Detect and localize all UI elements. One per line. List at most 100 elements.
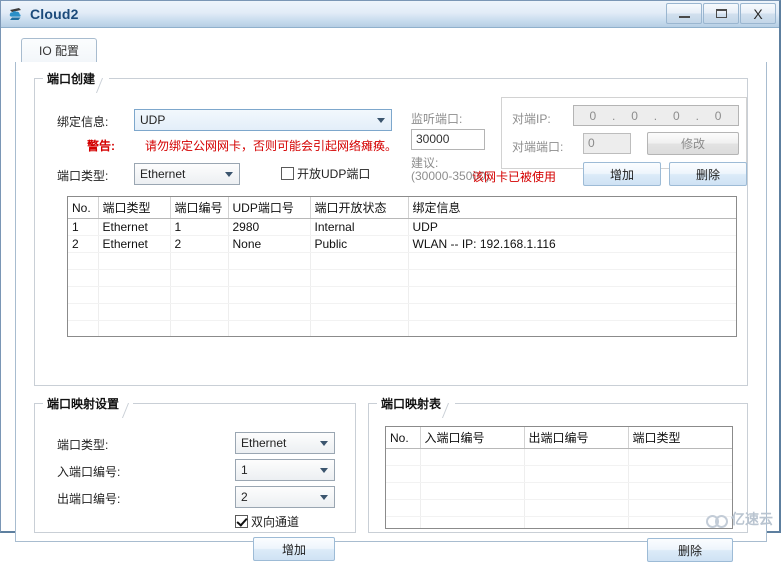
table-row-empty[interactable] (68, 320, 736, 336)
port-col-binding: 绑定信息 (408, 197, 736, 219)
checkbox-box (281, 167, 294, 180)
open-udp-port-checkbox[interactable]: 开放UDP端口 (281, 165, 370, 182)
tab-io-config[interactable]: IO 配置 (21, 38, 97, 63)
binding-info-select[interactable]: UDP (134, 109, 392, 131)
mapping-port-type-value: Ethernet (241, 436, 287, 450)
mapping-table-header-row: No. 入端口编号 出端口编号 端口类型 (386, 427, 732, 449)
cell-state: Internal (310, 218, 409, 236)
mapping-col-no: No. (386, 427, 421, 449)
table-row-empty[interactable] (68, 252, 736, 270)
table-row-empty[interactable] (386, 465, 732, 483)
open-udp-port-label: 开放UDP端口 (297, 167, 371, 181)
mapping-port-type-select[interactable]: Ethernet (235, 432, 335, 454)
group-port-create: 端口创建 绑定信息: UDP 警告: 请勿绑定公网网卡，否则可能会引起网络瘫痪。… (34, 70, 748, 386)
port-col-type: 端口类型 (98, 197, 171, 219)
window-title: Cloud2 (30, 6, 79, 22)
chevron-down-icon (320, 441, 328, 446)
mapping-out-port-value: 2 (241, 490, 248, 504)
table-row-empty[interactable] (68, 303, 736, 321)
minimize-button[interactable] (666, 3, 702, 24)
client-area: IO 配置 端口创建 绑定信息: UDP 警告: 请勿绑定公网网卡，否则可能会引… (1, 28, 779, 562)
port-table[interactable]: No. 端口类型 端口编号 UDP端口号 端口开放状态 绑定信息 1 Ether… (67, 196, 737, 337)
peer-ip-octet-2: 0 (631, 108, 639, 123)
port-col-number: 端口编号 (170, 197, 229, 219)
ip-dot: . (695, 108, 700, 123)
cell-number: 2 (170, 235, 229, 253)
peer-ip-octet-1: 0 (589, 108, 598, 123)
cell-no: 1 (68, 218, 99, 236)
port-col-udp: UDP端口号 (228, 197, 311, 219)
watermark: 亿速云 (706, 509, 773, 529)
cell-no: 2 (68, 235, 99, 253)
mapping-table-body (386, 448, 732, 528)
mapping-out-port-label: 出端口编号: (57, 492, 121, 506)
add-port-button[interactable]: 增加 (583, 162, 661, 186)
binding-info-label: 绑定信息: (57, 115, 109, 129)
mapping-port-type-label: 端口类型: (57, 438, 109, 452)
port-type-label: 端口类型: (57, 169, 109, 183)
peer-ip-input[interactable]: 0 . 0 . 0 . 0 (573, 105, 739, 126)
maximize-button[interactable] (703, 3, 739, 24)
peer-port-input[interactable]: 0 (583, 133, 631, 154)
group-mapping-settings-title: 端口映射设置 (43, 395, 134, 412)
checkbox-box (235, 515, 248, 528)
cell-number: 1 (170, 218, 229, 236)
table-row[interactable]: 1 Ethernet 1 2980 Internal UDP (68, 218, 736, 236)
table-row-empty[interactable] (386, 499, 732, 517)
group-mapping-table: 端口映射表 No. 入端口编号 出端口编号 端口类型 删除 (368, 395, 748, 562)
port-col-no: No. (68, 197, 99, 219)
mapping-delete-button[interactable]: 删除 (647, 538, 733, 562)
port-table-body: 1 Ethernet 1 2980 Internal UDP 2 Etherne… (68, 218, 736, 336)
listen-port-label: 监听端口: (411, 112, 463, 126)
mapping-col-type: 端口类型 (628, 427, 732, 449)
port-table-inner: No. 端口类型 端口编号 UDP端口号 端口开放状态 绑定信息 1 Ether… (68, 197, 736, 336)
table-row-empty[interactable] (68, 269, 736, 287)
warning-label: 警告: (87, 139, 115, 153)
cell-state: Public (310, 235, 409, 253)
ip-dot: . (653, 108, 659, 123)
chevron-down-icon (320, 468, 328, 473)
close-button[interactable]: X (740, 3, 776, 24)
title-bar: Cloud2 X (1, 1, 779, 28)
warning-text: 请勿绑定公网网卡，否则可能会引起网络瘫痪。 (145, 139, 398, 153)
table-row[interactable]: 2 Ethernet 2 None Public WLAN -- IP: 192… (68, 235, 736, 253)
minimize-icon (678, 16, 690, 18)
mapping-table[interactable]: No. 入端口编号 出端口编号 端口类型 (385, 426, 733, 529)
ip-dot: . (612, 108, 617, 123)
chevron-down-icon (377, 118, 385, 123)
port-col-state: 端口开放状态 (310, 197, 409, 219)
chevron-down-icon (225, 172, 233, 177)
group-mapping-table-title: 端口映射表 (377, 395, 456, 412)
delete-port-button[interactable]: 删除 (669, 162, 747, 186)
nic-in-use-text: 该网卡已被使用 (472, 170, 557, 184)
port-table-header-row: No. 端口类型 端口编号 UDP端口号 端口开放状态 绑定信息 (68, 197, 736, 219)
peer-ip-octet-3: 0 (673, 108, 681, 123)
mapping-out-port-select[interactable]: 2 (235, 486, 335, 508)
window-controls: X (665, 3, 776, 24)
table-row-empty[interactable] (386, 516, 732, 528)
mapping-in-port-value: 1 (241, 463, 248, 477)
chevron-down-icon (320, 495, 328, 500)
tab-strip: IO 配置 (15, 38, 767, 63)
peer-port-label: 对端端口: (512, 140, 564, 154)
table-row-empty[interactable] (386, 482, 732, 500)
bidirectional-channel-checkbox[interactable]: 双向通道 (235, 513, 299, 530)
cell-udp: 2980 (228, 218, 311, 236)
application-window: Cloud2 X IO 配置 端口创建 绑定信息: UDP 警告: 请勿绑定公网… (0, 0, 781, 562)
mapping-col-in: 入端口编号 (420, 427, 525, 449)
port-type-select[interactable]: Ethernet (134, 163, 240, 185)
cloud-logo-icon (706, 513, 728, 528)
table-row-empty[interactable] (386, 448, 732, 466)
listen-port-input[interactable]: 30000 (411, 129, 485, 150)
cloud-device-icon (7, 5, 25, 23)
peer-ip-octet-4: 0 (714, 108, 723, 123)
mapping-table-inner: No. 入端口编号 出端口编号 端口类型 (386, 427, 732, 528)
cell-type: Ethernet (98, 235, 171, 253)
maximize-icon (715, 9, 727, 18)
mapping-add-button[interactable]: 增加 (253, 537, 335, 561)
modify-button[interactable]: 修改 (647, 132, 739, 155)
mapping-in-port-select[interactable]: 1 (235, 459, 335, 481)
cell-binding: WLAN -- IP: 192.168.1.116 (408, 235, 736, 253)
bidirectional-channel-label: 双向通道 (251, 515, 300, 529)
table-row-empty[interactable] (68, 286, 736, 304)
